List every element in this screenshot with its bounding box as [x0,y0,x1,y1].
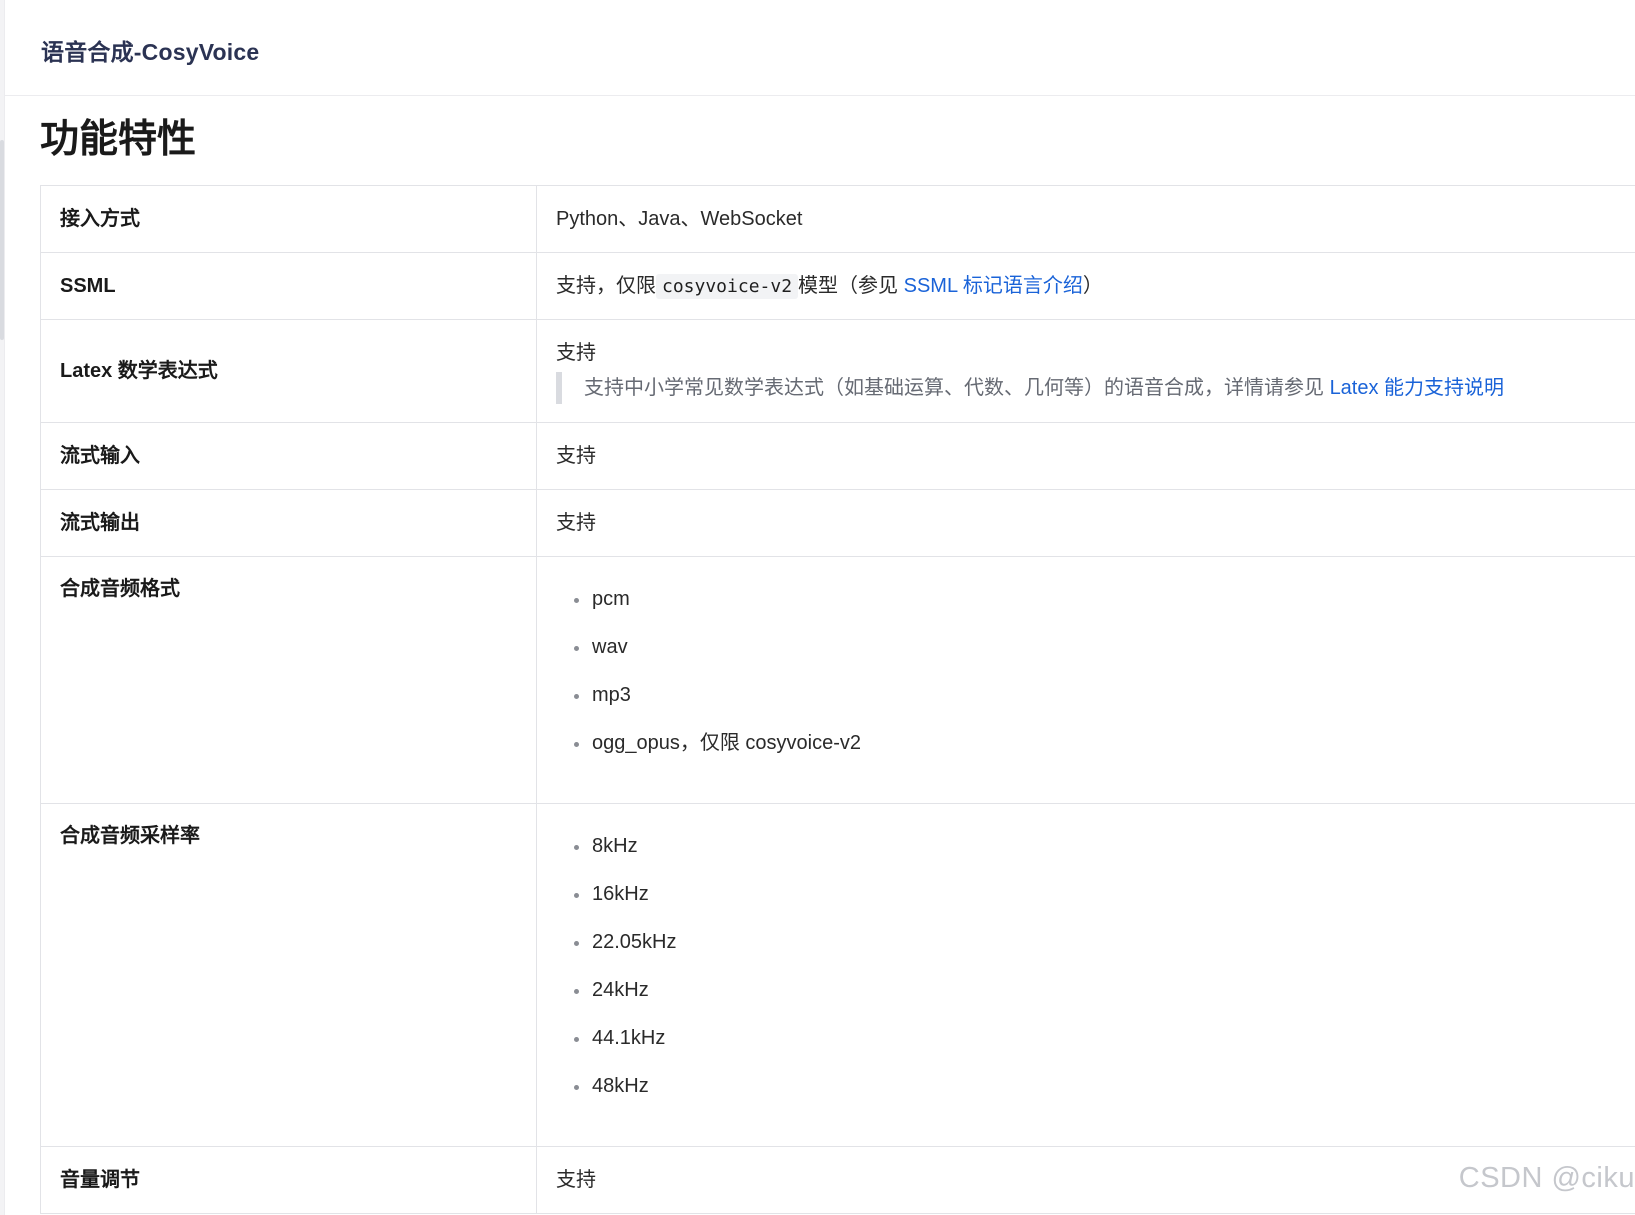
left-sidebar-edge [0,0,5,1215]
row-key: 合成音频采样率 [40,803,537,1147]
list-item: 16kHz [574,874,1620,922]
row-key: Latex 数学表达式 [40,319,537,423]
list-item: 22.05kHz [574,922,1620,970]
watermark: CSDN @ciku [1458,1162,1635,1194]
doc-title: 语音合成-CosyVoice [41,39,260,65]
list-item: 48kHz [574,1066,1620,1114]
row-key: 流式输入 [40,422,537,490]
row-value: Python、Java、WebSocket [536,185,1635,253]
table-row: 合成音频格式 pcm wav mp3 ogg_opus，仅限 cosyvoice… [40,556,1635,804]
features-table: 接入方式 Python、Java、WebSocket SSML 支持，仅限 cos… [40,185,1635,1214]
row-value: 支持 [536,422,1635,490]
list-item: wav [574,627,1620,675]
sidebar-scrollbar[interactable] [0,140,4,340]
latex-doc-link[interactable]: Latex 能力支持说明 [1330,377,1504,399]
row-value: 支持，仅限 cosyvoice-v2 模型（参见 SSML 标记语言介绍） [536,252,1635,320]
row-value: pcm wav mp3 ogg_opus，仅限 cosyvoice-v2 [536,556,1635,804]
table-row: 接入方式 Python、Java、WebSocket [40,185,1635,253]
ssml-prefix: 支持，仅限 [556,274,656,297]
latex-support-value: 支持 [556,342,596,364]
ssml-suffix: ） [1082,274,1103,297]
list-item: 44.1kHz [574,1018,1620,1066]
doc-header: 语音合成-CosyVoice [5,0,1635,96]
list-item: 24kHz [574,970,1620,1018]
list-item: pcm [574,579,1620,627]
row-value: 支持 [536,489,1635,557]
row-key: 音量调节 [40,1146,537,1214]
latex-note-quote: 支持中小学常见数学表达式（如基础运算、代数、几何等）的语音合成，详情请参见 La… [556,372,1620,404]
table-row: 流式输出 支持 [40,489,1635,557]
row-key: 接入方式 [40,185,537,253]
latex-note-text: 支持中小学常见数学表达式（如基础运算、代数、几何等）的语音合成，详情请参见 [584,377,1324,399]
ssml-middle: 模型（参见 [798,274,899,297]
table-row: 流式输入 支持 [40,422,1635,490]
model-code: cosyvoice-v2 [656,273,799,299]
list-item: 8kHz [574,826,1620,874]
row-key: 合成音频格式 [40,556,537,804]
table-row: 音量调节 支持 [40,1146,1635,1214]
audio-format-list: pcm wav mp3 ogg_opus，仅限 cosyvoice-v2 [556,557,1620,771]
doc-page: 语音合成-CosyVoice 功能特性 接入方式 Python、Java、Web… [0,0,1635,1215]
sample-rate-list: 8kHz 16kHz 22.05kHz 24kHz 44.1kHz 48kHz [556,804,1620,1114]
table-row: 合成音频采样率 8kHz 16kHz 22.05kHz 24kHz 44.1kH… [40,803,1635,1147]
row-key: 流式输出 [40,489,537,557]
row-value: 支持 支持中小学常见数学表达式（如基础运算、代数、几何等）的语音合成，详情请参见… [536,319,1635,423]
list-item: mp3 [574,675,1620,723]
section-title: 功能特性 [40,118,197,161]
row-value: 8kHz 16kHz 22.05kHz 24kHz 44.1kHz 48kHz [536,803,1635,1147]
table-row: Latex 数学表达式 支持 支持中小学常见数学表达式（如基础运算、代数、几何等… [40,319,1635,423]
list-item: ogg_opus，仅限 cosyvoice-v2 [574,723,1620,771]
row-key: SSML [40,252,537,320]
ssml-doc-link[interactable]: SSML 标记语言介绍 [904,275,1083,297]
table-row: SSML 支持，仅限 cosyvoice-v2 模型（参见 SSML 标记语言介绍） [40,252,1635,320]
